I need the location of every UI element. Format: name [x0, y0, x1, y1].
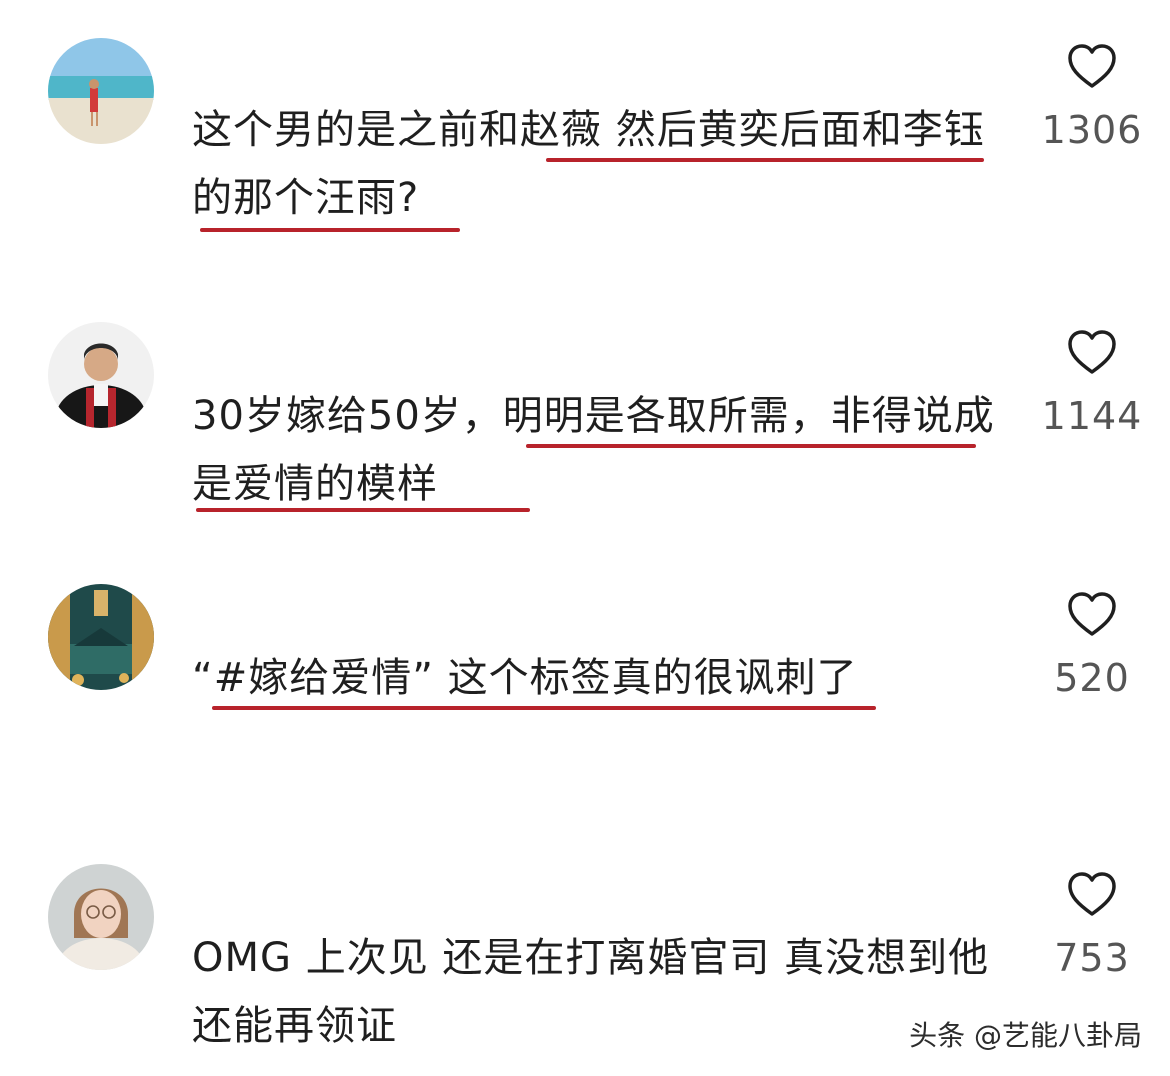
like-button[interactable]: 520 — [1030, 590, 1154, 700]
watermark: 头条 @艺能八卦局 — [909, 1019, 1142, 1052]
graduation-photo-avatar — [48, 322, 154, 428]
like-count: 753 — [1054, 936, 1130, 980]
like-count: 520 — [1054, 656, 1130, 700]
comment-text: OMG 上次见 还是在打离婚官司 真没想到他还能再领证 — [192, 935, 990, 1049]
highlight-underline — [200, 228, 460, 232]
like-button[interactable]: 1144 — [1030, 328, 1154, 438]
user-avatar[interactable] — [48, 864, 154, 970]
comment-item: “#嫁给爱情” 这个标签真的很讽刺了 520 — [0, 560, 1170, 860]
like-button[interactable]: 753 — [1030, 870, 1154, 980]
user-avatar[interactable] — [48, 38, 154, 144]
highlight-underline — [196, 508, 530, 512]
comment-item: 这个男的是之前和赵薇 然后黄奕后面和李钰的那个汪雨? 1306 — [0, 0, 1170, 290]
beach-photo-avatar — [48, 38, 154, 144]
highlight-underline — [546, 158, 984, 162]
comment-text: “#嫁给爱情” 这个标签真的很讽刺了 — [192, 655, 858, 701]
heart-outline-icon — [1068, 592, 1116, 636]
comment-item: 30岁嫁给50岁，明明是各取所需，非得说成是爱情的模样 1144 — [0, 290, 1170, 560]
highlight-underline — [212, 706, 876, 710]
highlight-underline — [526, 444, 976, 448]
autumn-festival-avatar — [48, 584, 154, 690]
user-avatar[interactable] — [48, 322, 154, 428]
heart-outline-icon — [1068, 44, 1116, 88]
heart-outline-icon — [1068, 330, 1116, 374]
comment-text: 30岁嫁给50岁，明明是各取所需，非得说成是爱情的模样 — [192, 393, 995, 507]
like-count: 1144 — [1041, 394, 1143, 438]
like-button[interactable]: 1306 — [1030, 42, 1154, 152]
like-count: 1306 — [1041, 108, 1143, 152]
comment-text: 这个男的是之前和赵薇 然后黄奕后面和李钰的那个汪雨? — [192, 107, 985, 221]
heart-outline-icon — [1068, 872, 1116, 916]
woman-glasses-avatar — [48, 864, 154, 970]
user-avatar[interactable] — [48, 584, 154, 690]
